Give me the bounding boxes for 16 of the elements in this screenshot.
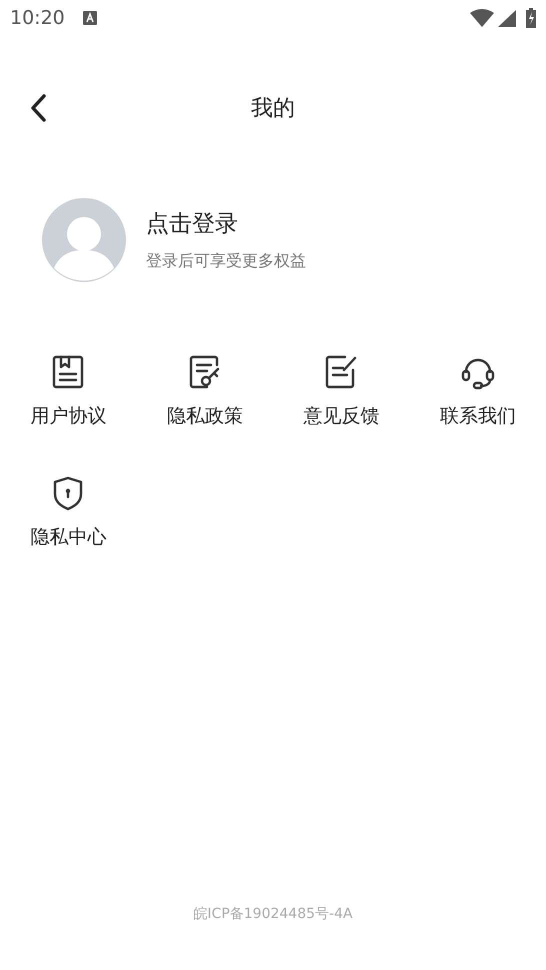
menu-item[interactable]: 隐私中心 [0,474,136,551]
avatar-icon [42,198,126,282]
login-card[interactable]: 点击登录 登录后可享受更多权益 [0,180,546,300]
battery-charging-icon [526,8,536,28]
keyboard-indicator-icon [82,11,97,25]
status-time: 10:20 [10,6,65,31]
wifi-icon [470,9,494,27]
menu-item[interactable]: 用户协议 [0,354,136,430]
menu-item[interactable]: 隐私政策 [136,354,273,430]
signal-icon [498,10,516,26]
page-title: 我的 [251,94,295,122]
login-benefit-text: 登录后可享受更多权益 [146,250,306,272]
icp-license-text: 皖ICP备19024485号-4A [193,905,353,924]
menu-item[interactable]: 意见反馈 [273,354,410,430]
menu-item[interactable]: 联系我们 [410,354,546,430]
login-prompt[interactable]: 点击登录 [146,206,306,242]
